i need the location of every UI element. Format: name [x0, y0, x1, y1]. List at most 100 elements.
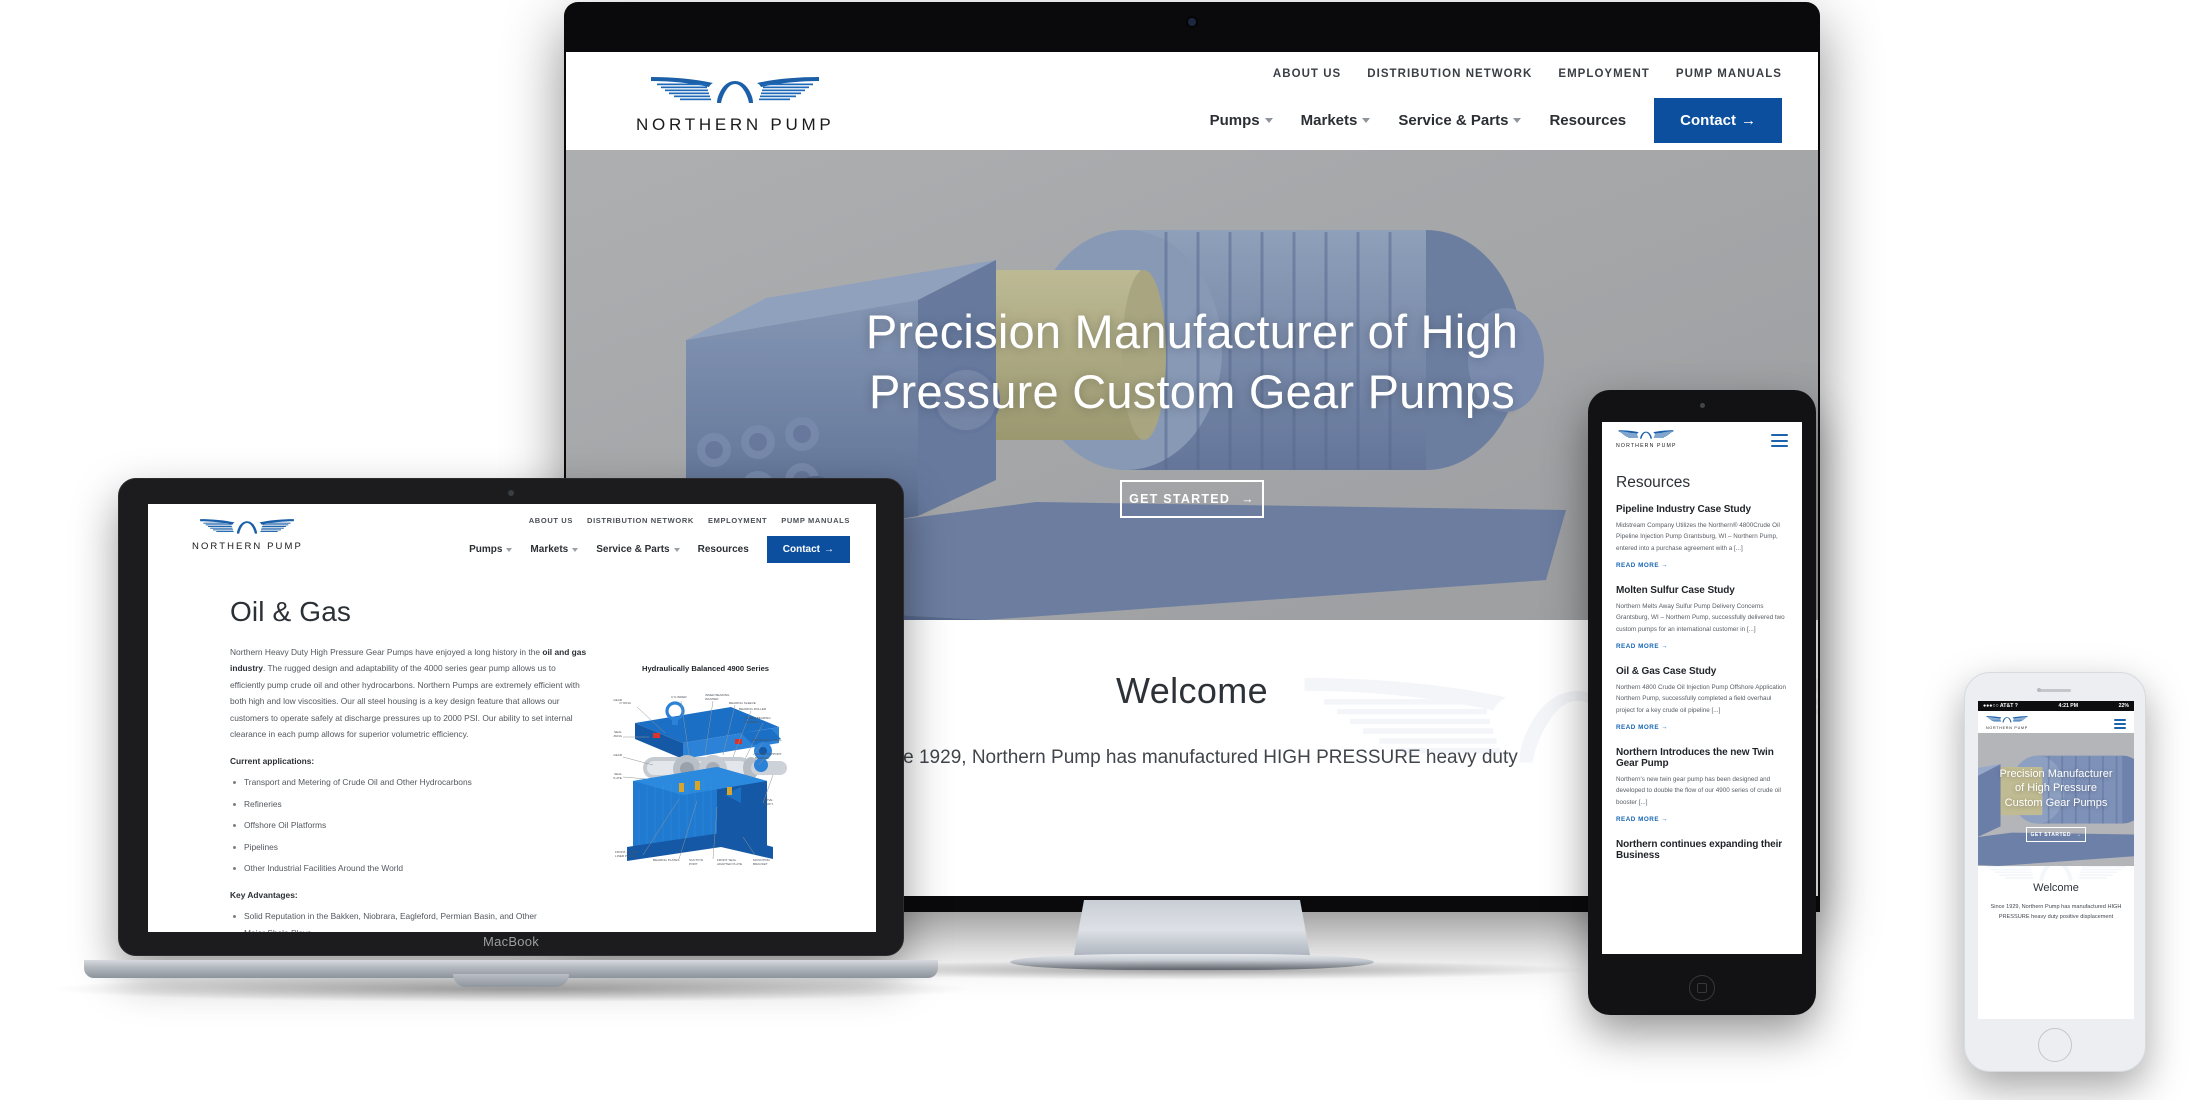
ipad-camera-icon	[1699, 403, 1705, 408]
page-title: Oil & Gas	[230, 596, 352, 627]
resource-title[interactable]: Northern continues expanding their Busin…	[1616, 839, 1788, 861]
top-link-about-us[interactable]: ABOUT US	[529, 516, 573, 525]
nav-label: Resources	[697, 544, 749, 555]
figure-label: HOUSING	[613, 734, 623, 738]
top-link-pump-manuals[interactable]: PUMP MANUALS	[781, 516, 850, 525]
read-more-link[interactable]: READ MORE →	[1616, 816, 1668, 823]
figure-label: LINER PLATES	[615, 854, 637, 858]
contact-button[interactable]: Contact →	[766, 536, 850, 563]
device-mockup-scene: NORTHERN PUMP ABOUT US DISTRIBUTION NETW…	[0, 0, 2200, 1100]
desktop-logo[interactable]: NORTHERN PUMP	[636, 74, 834, 135]
home-square-icon	[1697, 983, 1707, 993]
nav-label: Service & Parts	[1398, 112, 1509, 129]
hero-get-started-button[interactable]: GET STARTED →	[2026, 827, 2086, 842]
macbook-screen: NORTHERN PUMP ABOUT US DISTRIBUTION NETW…	[148, 504, 876, 932]
contact-button-label: Contact	[1680, 112, 1736, 129]
tablet-logo[interactable]: NORTHERN PUMP	[1616, 429, 1677, 449]
contact-button-label: Contact	[782, 544, 820, 555]
list-item: Transport and Metering of Crude Oil and …	[230, 774, 560, 790]
nav-item-resources[interactable]: Resources	[1549, 112, 1626, 129]
resource-excerpt: Northern Melts Away Sulfur Pump Delivery…	[1616, 602, 1785, 633]
nav-item-markets[interactable]: Markets	[530, 544, 579, 555]
nav-item-service-parts[interactable]: Service & Parts	[596, 544, 680, 555]
figure-label: BEARING ROLLER	[739, 707, 767, 711]
list-item: Pipelines	[230, 839, 560, 855]
top-link-pump-manuals[interactable]: PUMP MANUALS	[1676, 68, 1782, 80]
read-more-link[interactable]: READ MORE →	[1616, 724, 1668, 731]
figure-label: BEARING SLEEVE	[729, 701, 756, 705]
read-more-link[interactable]: READ MORE →	[1616, 562, 1668, 569]
figure-label: PUMP GEAR	[613, 698, 623, 702]
intro-part-2: . The rugged design and adaptability of …	[230, 663, 580, 739]
arrow-right-icon: →	[1661, 561, 1669, 569]
hamburger-icon[interactable]	[2114, 719, 2126, 731]
nav-item-service-parts[interactable]: Service & Parts	[1398, 112, 1522, 129]
logo-wordmark: NORTHERN PUMP	[1986, 726, 2028, 730]
figure-label: CYLINDER	[671, 695, 687, 699]
nav-label: Service & Parts	[596, 544, 670, 555]
arrow-right-icon: →	[824, 544, 834, 555]
read-more-link[interactable]: READ MORE →	[1616, 643, 1668, 650]
figure-label: SHAFT	[763, 802, 773, 806]
contact-button[interactable]: Contact →	[1654, 98, 1782, 143]
read-more-label: READ MORE	[1616, 642, 1660, 650]
resource-title[interactable]: Molten Sulfur Case Study	[1616, 585, 1788, 596]
chevron-down-icon	[1513, 118, 1522, 123]
logo-wordmark: NORTHERN PUMP	[636, 115, 835, 134]
top-link-employment[interactable]: EMPLOYMENT	[1558, 68, 1650, 80]
figure-caption: Hydraulically Balanced 4900 Series	[641, 664, 770, 673]
read-more-label: READ MORE	[1616, 561, 1660, 569]
get-started-label: GET STARTED	[2030, 831, 2071, 838]
hero-headline-line1: Precision Manufacturer	[1999, 768, 2113, 780]
tablet-site-header: NORTHERN PUMP	[1602, 422, 1802, 458]
phone-status-bar: ●●●○○ AT&T ? 4:21 PM 22%	[1978, 701, 2134, 711]
burger-bar	[2114, 726, 2126, 729]
laptop-logo[interactable]: NORTHERN PUMP	[192, 517, 303, 552]
burger-bar	[2114, 722, 2126, 725]
chevron-down-icon	[572, 547, 579, 552]
ipad-home-button[interactable]	[1689, 975, 1715, 1001]
macbook-brand-label: MacBook	[482, 934, 539, 949]
top-link-employment[interactable]: EMPLOYMENT	[708, 516, 767, 525]
hero-headline-line3: Custom Gear Pumps	[2004, 796, 2108, 809]
carrier-label: ●●●○○ AT&T ?	[1983, 703, 2018, 709]
arrow-right-icon: →	[1661, 815, 1669, 823]
nav-item-pumps[interactable]: Pumps	[1210, 112, 1273, 129]
chevron-down-icon	[506, 547, 513, 552]
desktop-site-header: NORTHERN PUMP ABOUT US DISTRIBUTION NETW…	[566, 52, 1818, 150]
nav-item-resources[interactable]: Resources	[698, 544, 749, 555]
phone-welcome-section: Welcome Since 1929, Northern Pump has ma…	[1978, 866, 2134, 966]
top-link-about-us[interactable]: ABOUT US	[1273, 68, 1341, 80]
resource-title[interactable]: Oil & Gas Case Study	[1616, 666, 1788, 677]
hamburger-icon[interactable]	[1771, 434, 1788, 451]
top-link-distribution-network[interactable]: DISTRIBUTION NETWORK	[1367, 68, 1532, 80]
laptop-site-header: NORTHERN PUMP ABOUT US DISTRIBUTION NETW…	[148, 504, 876, 570]
winged-logo-icon	[199, 517, 295, 539]
ipad-frame: NORTHERN PUMP Resources Pipeline Industr…	[1588, 390, 1816, 1015]
list-item: Offshore Oil Platforms	[230, 817, 560, 833]
iphone-camera-icon	[2037, 688, 2041, 692]
hero-get-started-button[interactable]: GET STARTED →	[1120, 480, 1264, 518]
tablet-website: NORTHERN PUMP Resources Pipeline Industr…	[1602, 422, 1802, 954]
logo-wordmark: NORTHERN PUMP	[192, 541, 303, 552]
figure-label: MECHANICAL SEAL	[753, 738, 782, 742]
page-intro-paragraph: Northern Heavy Duty High Pressure Gear P…	[230, 644, 590, 742]
list-item: Oil & Gas Case Study Northern 4800 Crude…	[1616, 666, 1788, 734]
resource-title[interactable]: Northern Introduces the new Twin Gear Pu…	[1616, 747, 1788, 769]
nav-item-markets[interactable]: Markets	[1301, 112, 1371, 129]
chevron-down-icon	[673, 547, 680, 552]
resource-title[interactable]: Pipeline Industry Case Study	[1616, 504, 1788, 515]
phone-device-iphone: ●●●○○ AT&T ? 4:21 PM 22% NORTHERN PUMP P…	[1964, 672, 2146, 1072]
list-item: Northern continues expanding their Busin…	[1616, 839, 1788, 861]
phone-website: ●●●○○ AT&T ? 4:21 PM 22% NORTHERN PUMP P…	[1978, 701, 2134, 1019]
laptop-utility-nav: ABOUT US DISTRIBUTION NETWORK EMPLOYMENT…	[529, 516, 850, 525]
nav-label: Resources	[1549, 112, 1627, 129]
list-item: Pipeline Industry Case Study Midstream C…	[1616, 504, 1788, 572]
top-link-distribution-network[interactable]: DISTRIBUTION NETWORK	[587, 516, 694, 525]
nav-item-pumps[interactable]: Pumps	[469, 544, 513, 555]
welcome-title: Welcome	[2033, 882, 2079, 894]
iphone-home-button[interactable]	[2038, 1028, 2072, 1062]
phone-logo[interactable]: NORTHERN PUMP	[1986, 715, 2028, 730]
macbook-camera-icon	[508, 490, 514, 496]
logo-wordmark: NORTHERN PUMP	[1616, 443, 1677, 449]
